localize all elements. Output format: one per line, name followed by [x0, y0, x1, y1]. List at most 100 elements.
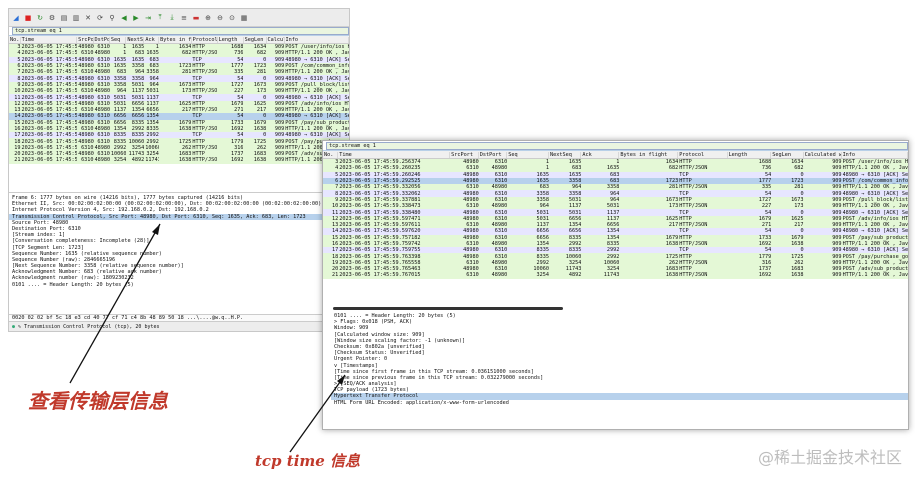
table-row[interactable]: 62023-06-05 17:45:59.2925254898063101635…: [9, 62, 349, 70]
go-back-icon[interactable]: ◀: [119, 13, 129, 23]
column-header[interactable]: NextSeq: [126, 36, 145, 43]
table-row[interactable]: 72023-06-05 17:45:59.3320566310489806839…: [9, 69, 349, 76]
table-row[interactable]: 42023-06-05 17:45:59.2602356310489801683…: [323, 165, 908, 172]
table-row[interactable]: 102023-06-05 17:45:59.338473631048980964…: [9, 88, 349, 95]
last-packet-icon[interactable]: ⤓: [167, 13, 177, 23]
find-packet-icon[interactable]: ⚲: [107, 13, 117, 23]
table-row[interactable]: 92023-06-05 17:45:59.3378814898063103358…: [323, 196, 908, 204]
column-header[interactable]: Length: [218, 36, 244, 43]
shark-fin-icon[interactable]: ◢: [11, 13, 21, 23]
table-cell: 4: [335, 165, 339, 172]
go-to-packet-icon[interactable]: ⇥: [143, 13, 153, 23]
zoom-in-icon[interactable]: ⊕: [203, 13, 213, 23]
zoom-out-icon[interactable]: ⊖: [215, 13, 225, 23]
open-file-icon[interactable]: ▤: [59, 13, 69, 23]
column-header[interactable]: Bytes in flight: [159, 36, 192, 43]
column-header[interactable]: NextSeq: [549, 151, 582, 158]
column-header[interactable]: Calculated window: [267, 36, 285, 43]
table-row[interactable]: 132023-06-05 17:45:59.597611631048980113…: [323, 221, 908, 229]
table-cell: 6310: [97, 63, 110, 70]
table-row[interactable]: 192023-06-05 17:45:59.765558631048980299…: [323, 259, 908, 267]
column-header[interactable]: Time: [338, 151, 451, 158]
table-row[interactable]: 212023-06-05 17:45:59.767015631048980325…: [9, 157, 349, 164]
column-header[interactable]: SrcPort: [77, 36, 94, 43]
table-row[interactable]: 42023-06-05 17:45:59.2602356310489801683…: [9, 50, 349, 57]
table-cell: 1: [123, 44, 127, 51]
column-header[interactable]: SegLen: [244, 36, 267, 43]
column-header[interactable]: Ack: [581, 151, 620, 158]
table-row[interactable]: 162023-06-05 17:45:59.759742631048980135…: [9, 125, 349, 133]
table-cell: 262: [182, 144, 192, 151]
table-row[interactable]: 152023-06-05 17:45:59.757182489806310665…: [323, 234, 908, 241]
reload-icon[interactable]: ⟳: [95, 13, 105, 23]
display-filter-input[interactable]: tcp.stream eq 1: [12, 27, 349, 35]
table-row[interactable]: 162023-06-05 17:45:59.759742631048980135…: [323, 240, 908, 248]
table-row[interactable]: 32023-06-05 17:45:59.2563744898063101163…: [323, 159, 908, 166]
table-row[interactable]: 172023-06-05 17:45:59.759755 48980 6310 833…: [323, 247, 908, 254]
table-row[interactable]: 122023-06-05 17:45:59.597471489806310503…: [323, 215, 908, 222]
column-header[interactable]: Bytes in flight: [619, 151, 679, 158]
table-cell: TCP: [192, 75, 202, 82]
packet-list: 32023-06-05 17:45:59.2563744898063101163…: [9, 44, 349, 192]
table-cell: 6310: [466, 259, 479, 266]
detail-line[interactable]: Transmission Control Protocol, Src Port:…: [9, 213, 349, 220]
column-header[interactable]: Seq: [507, 151, 550, 158]
table-row[interactable]: 192023-06-05 17:45:59.765558631048980299…: [9, 144, 349, 152]
table-cell: 964: [149, 75, 159, 82]
table-row[interactable]: 182023-06-05 17:45:59.763398489806310833…: [323, 253, 908, 260]
table-row[interactable]: 202023-06-05 17:45:59.765463489806310100…: [9, 151, 349, 158]
column-header[interactable]: DstPort: [94, 36, 110, 43]
table-row[interactable]: 152023-06-05 17:45:59.757182489806310665…: [9, 119, 349, 126]
resize-columns-icon[interactable]: ▦: [239, 13, 249, 23]
column-header[interactable]: Seq: [110, 36, 127, 43]
detail-line[interactable]: 0101 .... = Header Length: 20 bytes (5): [9, 282, 349, 288]
table-row[interactable]: 52023-06-05 17:45:59.260246 48980 6310 1635…: [323, 171, 908, 178]
column-header[interactable]: Info: [842, 151, 908, 158]
table-row[interactable]: 142023-06-05 17:45:59.597620 48980 6310 665…: [323, 228, 908, 235]
table-cell: 12: [331, 215, 339, 222]
normal-size-icon[interactable]: ⊙: [227, 13, 237, 23]
column-header[interactable]: Calculated window: [804, 151, 842, 158]
column-header[interactable]: Length: [728, 151, 772, 158]
column-header[interactable]: Protocol: [192, 36, 218, 43]
display-filter-input[interactable]: tcp.stream eq 1: [326, 141, 908, 150]
table-row[interactable]: 72023-06-05 17:45:59.3320566310489806839…: [323, 184, 908, 191]
column-header[interactable]: SrcPort: [450, 151, 479, 158]
column-header[interactable]: Info: [285, 36, 349, 43]
column-header[interactable]: No.: [9, 36, 21, 43]
table-cell: HTTP/JSON: [192, 69, 218, 76]
options-icon[interactable]: ⚙: [47, 13, 57, 23]
colorize-icon[interactable]: ▬: [191, 13, 201, 23]
column-header[interactable]: Time: [21, 36, 78, 43]
table-cell: 48980: [463, 190, 479, 197]
table-row[interactable]: 102023-06-05 17:45:59.338473631048980964…: [323, 203, 908, 210]
table-row[interactable]: 92023-06-05 17:45:59.3378814898063103358…: [9, 81, 349, 89]
column-header[interactable]: No.: [323, 151, 339, 158]
table-row[interactable]: 202023-06-05 17:45:59.765463489806310100…: [323, 266, 908, 273]
table-row[interactable]: 62023-06-05 17:45:59.2925254898063101635…: [323, 177, 908, 185]
status-dot-icon: ●: [12, 323, 16, 330]
horizontal-scrollbar[interactable]: [333, 307, 563, 310]
table-row[interactable]: 122023-06-05 17:45:59.597471489806310503…: [9, 100, 349, 107]
save-file-icon[interactable]: ▥: [71, 13, 81, 23]
table-row[interactable]: 132023-06-05 17:45:59.597611631048980113…: [9, 106, 349, 114]
column-header[interactable]: SegLen: [771, 151, 804, 158]
autoscroll-icon[interactable]: ≡: [179, 13, 189, 23]
detail-line[interactable]: HTML Form URL Encoded: application/x-www…: [331, 400, 908, 406]
column-header[interactable]: Ack: [144, 36, 160, 43]
column-header[interactable]: Protocol: [678, 151, 728, 158]
table-row[interactable]: 212023-06-05 17:45:59.767015631048980325…: [323, 272, 908, 279]
table-row[interactable]: 32023-06-05 17:45:59.2563744898063101163…: [9, 44, 349, 51]
table-row[interactable]: 182023-06-05 17:45:59.763398489806310833…: [9, 138, 349, 145]
table-row[interactable]: 112023-06-05 17:45:59.338480 48980 6310 503…: [323, 209, 908, 216]
restart-icon[interactable]: ↻: [35, 13, 45, 23]
stop-icon[interactable]: ■: [23, 13, 33, 23]
go-forward-icon[interactable]: ▶: [131, 13, 141, 23]
table-row[interactable]: 82023-06-05 17:45:59.332062 48980 6310 3358…: [323, 190, 908, 197]
table-cell: 1638: [791, 272, 804, 279]
table-cell: 909: [832, 234, 842, 241]
close-file-icon[interactable]: ✕: [83, 13, 93, 23]
first-packet-icon[interactable]: ⤒: [155, 13, 165, 23]
column-header[interactable]: DstPort: [479, 151, 508, 158]
table-cell: 2992: [146, 132, 159, 139]
